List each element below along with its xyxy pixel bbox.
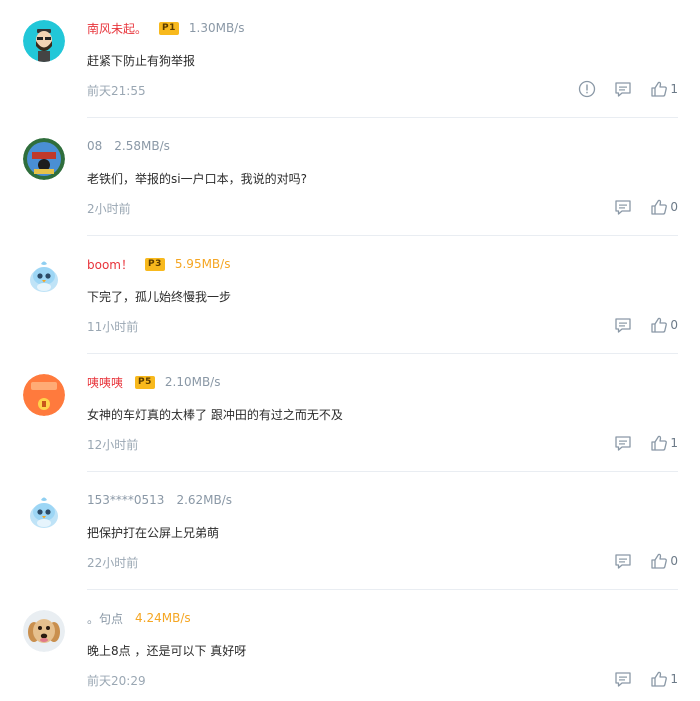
like-count: 1 <box>670 672 678 686</box>
like-count: 1 <box>670 82 678 96</box>
comment-list: 南风未起。 P1 1.30MB/s 赶紧下防止有狗举报 前天21:55 1 08 2.… <box>0 0 700 701</box>
reply-button[interactable] <box>614 317 632 334</box>
like-button[interactable]: 1 <box>650 670 678 688</box>
like-button[interactable]: 1 <box>650 434 678 452</box>
avatar[interactable] <box>23 374 65 416</box>
comment-icon <box>614 199 632 216</box>
comment-time: 前天21:55 <box>87 84 146 98</box>
thumbs-up-icon <box>650 670 668 688</box>
avatar[interactable] <box>23 492 65 534</box>
comment-time: 22小时前 <box>87 556 139 570</box>
like-count: 0 <box>670 200 678 214</box>
comment-item: 南风未起。 P1 1.30MB/s 赶紧下防止有狗举报 前天21:55 1 <box>0 0 700 118</box>
comment-actions: 0 <box>596 314 678 336</box>
like-button[interactable]: 0 <box>650 316 678 334</box>
username[interactable]: 南风未起。 <box>87 20 147 37</box>
comment-time: 12小时前 <box>87 438 139 452</box>
username[interactable]: 08 <box>87 139 102 153</box>
thumbs-up-icon <box>650 552 668 570</box>
download-speed: 2.10MB/s <box>164 375 221 389</box>
avatar-blue-bird-icon <box>23 492 65 534</box>
thumbs-up-icon <box>650 80 668 98</box>
comment-item: 。句点 4.24MB/s 晚上8点 ，还是可以下 真好呀 前天20:29 1 <box>0 590 700 701</box>
comment-text: 把保护打在公屏上兄弟萌 <box>87 526 220 540</box>
like-count: 0 <box>670 318 678 332</box>
like-count: 1 <box>670 436 678 450</box>
thumbs-up-icon <box>650 316 668 334</box>
level-badge: P3 <box>145 257 165 271</box>
comment-actions: 1 <box>596 668 678 690</box>
comment-icon <box>614 81 632 98</box>
comment-time: 前天20:29 <box>87 674 146 688</box>
like-count: 0 <box>670 554 678 568</box>
comment-time: 2小时前 <box>87 202 131 216</box>
comment-header: 153****0513 2.62MB/s <box>87 490 232 510</box>
comment-icon <box>614 553 632 570</box>
download-speed: 2.58MB/s <box>114 139 170 153</box>
like-button[interactable]: 0 <box>650 552 678 570</box>
avatar-puppy-icon <box>23 610 65 652</box>
thumbs-up-icon <box>650 198 668 216</box>
comment-time: 11小时前 <box>87 320 139 334</box>
comment-header: 。句点 4.24MB/s <box>87 608 191 628</box>
comment-text: 下完了，孤儿始终慢我一步 <box>87 290 232 304</box>
avatar[interactable] <box>23 20 65 62</box>
avatar[interactable] <box>23 610 65 652</box>
avatar[interactable] <box>23 138 65 180</box>
comment-item: 08 2.58MB/s 老铁们，举报的si一户口本，我说的对吗? 2小时前 0 <box>0 118 700 236</box>
comment-actions: 1 <box>560 78 678 100</box>
comment-text: 晚上8点 ，还是可以下 真好呀 <box>87 644 247 658</box>
comment-item: 咦咦咦 P5 2.10MB/s 女神的车灯真的太棒了 跟冲田的有过之而无不及 12小… <box>0 354 700 472</box>
username[interactable]: 。句点 <box>87 610 123 627</box>
level-badge: P5 <box>135 375 155 389</box>
like-button[interactable]: 1 <box>650 80 678 98</box>
comment-text: 赶紧下防止有狗举报 <box>87 54 196 68</box>
comment-header: 08 2.58MB/s <box>87 136 170 156</box>
avatar-blue-bird-icon <box>23 256 65 298</box>
download-speed: 5.95MB/s <box>174 257 231 271</box>
reply-button[interactable] <box>614 199 632 216</box>
comment-icon <box>614 435 632 452</box>
comment-item: 153****0513 2.62MB/s 把保护打在公屏上兄弟萌 22小时前 0 <box>0 472 700 590</box>
username[interactable]: boom！ <box>87 256 133 273</box>
reply-button[interactable] <box>614 81 632 98</box>
avatar-photo-circle-icon <box>23 138 65 180</box>
download-speed: 4.24MB/s <box>135 611 191 625</box>
report-button[interactable] <box>578 80 596 98</box>
comment-text: 老铁们，举报的si一户口本，我说的对吗? <box>87 172 307 186</box>
comment-header: 咦咦咦 P5 2.10MB/s <box>87 372 220 392</box>
username[interactable]: 咦咦咦 <box>87 374 123 391</box>
comment-icon <box>614 671 632 688</box>
reply-button[interactable] <box>614 553 632 570</box>
avatar[interactable] <box>23 256 65 298</box>
download-speed: 1.30MB/s <box>188 21 245 35</box>
download-speed: 2.62MB/s <box>176 493 233 507</box>
username[interactable]: 153****0513 <box>87 493 164 507</box>
comment-header: 南风未起。 P1 1.30MB/s <box>87 18 244 38</box>
like-button[interactable]: 0 <box>650 198 678 216</box>
comment-text: 女神的车灯真的太棒了 跟冲田的有过之而无不及 <box>87 408 343 422</box>
thumbs-up-icon <box>650 434 668 452</box>
avatar-cartoon-beard-icon <box>23 20 65 62</box>
comment-actions: 0 <box>596 550 678 572</box>
comment-item: boom！ P3 5.95MB/s 下完了，孤儿始终慢我一步 11小时前 0 <box>0 236 700 354</box>
level-badge: P1 <box>159 21 179 35</box>
comment-icon <box>614 317 632 334</box>
reply-button[interactable] <box>614 435 632 452</box>
comment-actions: 0 <box>596 196 678 218</box>
comment-header: boom！ P3 5.95MB/s <box>87 254 230 274</box>
avatar-orange-envelope-icon <box>23 374 65 416</box>
reply-button[interactable] <box>614 671 632 688</box>
report-icon <box>578 80 596 98</box>
comment-actions: 1 <box>596 432 678 454</box>
